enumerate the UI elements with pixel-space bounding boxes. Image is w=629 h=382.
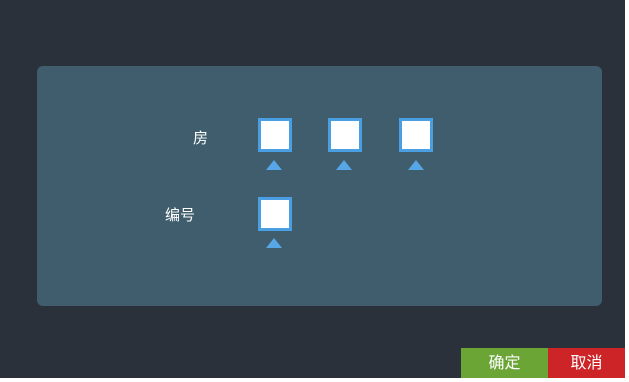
room-digit-1-box[interactable] <box>258 118 292 152</box>
number-digit-1-up-arrow-icon[interactable] <box>266 238 282 248</box>
screen-border-bottom <box>0 378 629 382</box>
room-digit-3-box[interactable] <box>399 118 433 152</box>
screen-border-right <box>625 0 629 382</box>
room-digit-2-box[interactable] <box>328 118 362 152</box>
cancel-button[interactable]: 取消 <box>548 348 625 378</box>
number-label: 编号 <box>165 206 196 224</box>
number-digit-1-box[interactable] <box>258 197 292 231</box>
room-digit-2-up-arrow-icon[interactable] <box>336 160 352 170</box>
room-digit-3-up-arrow-icon[interactable] <box>408 160 424 170</box>
input-panel: 房 编号 <box>37 66 602 306</box>
confirm-button[interactable]: 确定 <box>461 348 548 378</box>
screen: 房 编号 确定 取消 <box>0 0 629 382</box>
room-digit-1-up-arrow-icon[interactable] <box>266 160 282 170</box>
room-label: 房 <box>193 129 209 147</box>
